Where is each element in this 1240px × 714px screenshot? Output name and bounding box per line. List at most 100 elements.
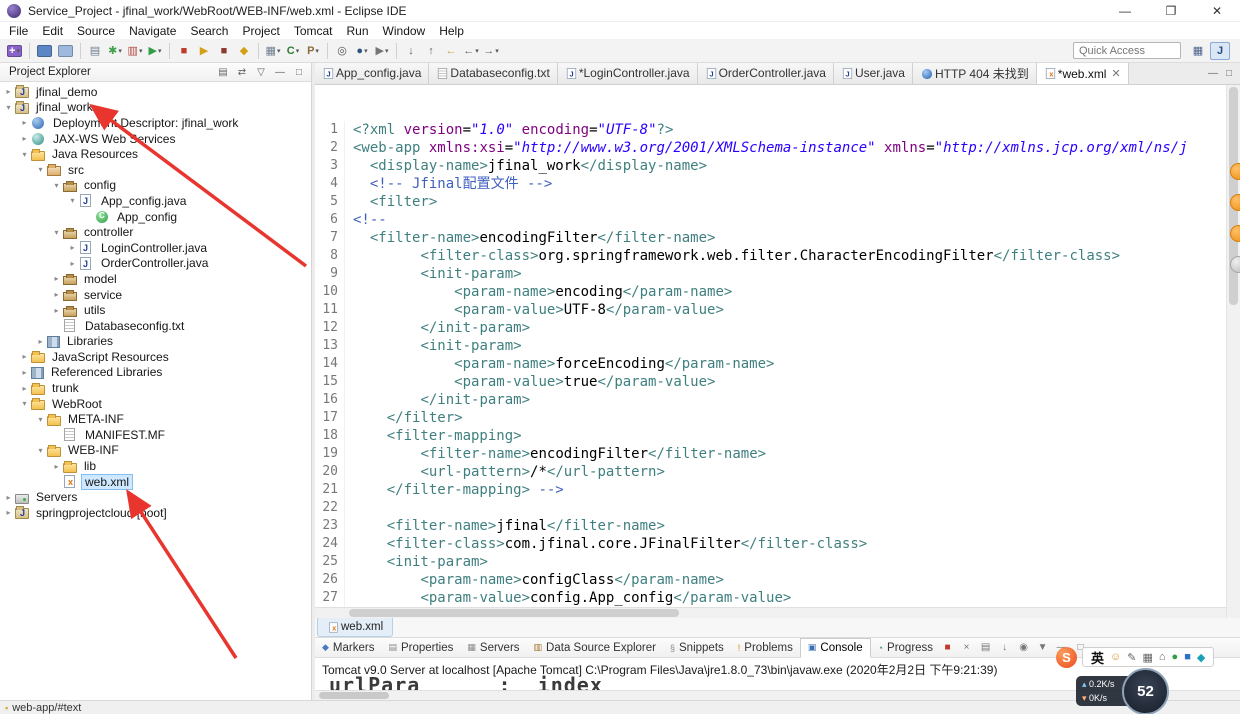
console-tab-progress[interactable]: ◔ Progress [871, 638, 940, 658]
code-line[interactable]: 23 <filter-name>jfinal</filter-name> [315, 517, 1226, 535]
collapse-arrow-icon[interactable]: ▾ [18, 150, 31, 159]
menu-navigate[interactable]: Navigate [122, 24, 183, 38]
close-button[interactable]: ✕ [1194, 0, 1240, 21]
forward-icon[interactable]: → ▾ [482, 42, 500, 59]
code-line[interactable]: 21 </filter-mapping> --> [315, 481, 1226, 499]
expand-arrow-icon[interactable]: ▸ [50, 462, 63, 471]
maximize-button[interactable]: ❐ [1148, 0, 1194, 21]
code-line[interactable]: 24 <filter-class>com.jfinal.core.JFinalF… [315, 535, 1226, 553]
console-tab-properties[interactable]: ▤ Properties [381, 638, 460, 658]
expand-arrow-icon[interactable]: ▸ [50, 290, 63, 299]
collapse-arrow-icon[interactable]: ▾ [34, 415, 47, 424]
console-tab-problems[interactable]: ! Problems [731, 638, 800, 658]
console-tab-console[interactable]: ▣ Console [799, 637, 871, 658]
editor-tab-ordercontroller-java[interactable]: OrderController.java [697, 63, 834, 84]
new-wizard-dropdown-icon[interactable]: ▾ [16, 47, 20, 55]
debug-icon[interactable]: ✱ ▾ [106, 42, 124, 59]
coverage-dropdown-icon[interactable]: ▾ [139, 47, 143, 55]
keyboard-icon[interactable]: ▦ [1142, 651, 1152, 664]
tree-item-referenced-libraries[interactable]: ▸ Referenced Libraries [0, 365, 311, 381]
tree-item-jfinal-work[interactable]: ▾ jfinal_work [0, 100, 311, 116]
tree-item-javascript-resources[interactable]: ▸ JavaScript Resources [0, 349, 311, 365]
expand-arrow-icon[interactable]: ▸ [66, 243, 79, 252]
external-tools-dropdown-icon[interactable]: ▾ [385, 47, 389, 55]
expand-arrow-icon[interactable]: ▸ [2, 493, 15, 502]
menu-search[interactable]: Search [183, 24, 235, 38]
code-line[interactable]: 10 <param-name>encoding</param-name> [315, 283, 1226, 301]
code-line[interactable]: 19 <filter-name>encodingFilter</filter-n… [315, 445, 1226, 463]
code-line[interactable]: 25 <init-param> [315, 553, 1226, 571]
tomcat-start-icon[interactable]: ▶ [195, 42, 213, 59]
collapse-all-icon[interactable]: ▤ [215, 65, 231, 80]
collapse-arrow-icon[interactable]: ▾ [50, 181, 63, 190]
maximize-view-icon[interactable]: □ [291, 65, 307, 80]
code-line[interactable]: 26 <param-name>configClass</param-name> [315, 571, 1226, 589]
minimize-view-icon[interactable]: — [272, 65, 288, 80]
new-class-icon[interactable]: C ▾ [284, 42, 302, 59]
back-icon[interactable]: ← ▾ [462, 42, 480, 59]
emoji-icon[interactable]: ☺ [1110, 651, 1121, 663]
console-tab-data-source-explorer[interactable]: ▥ Data Source Explorer [527, 638, 663, 658]
tree-item-webroot[interactable]: ▾ WebRoot [0, 396, 311, 412]
menu-help[interactable]: Help [432, 24, 471, 38]
link-with-editor-icon[interactable]: ⇄ [234, 65, 250, 80]
new-java-project-dropdown-icon[interactable]: ▾ [277, 47, 281, 55]
editor-tab-web-xml[interactable]: *web.xml ✕ [1036, 63, 1129, 84]
display-selected-console-icon[interactable]: ▼ [1035, 640, 1050, 655]
open-perspective-icon[interactable]: ▦ [1188, 42, 1208, 60]
expand-arrow-icon[interactable]: ▸ [18, 134, 31, 143]
tree-item-src[interactable]: ▾ src [0, 162, 311, 178]
code-editor[interactable]: 1 <?xml version="1.0" encoding="UTF-8"?> 2… [315, 85, 1226, 607]
collapse-arrow-icon[interactable]: ▾ [50, 228, 63, 237]
tree-item-utils[interactable]: ▸ utils [0, 302, 311, 318]
console-h-scrollbar-thumb[interactable] [319, 692, 389, 699]
collapse-arrow-icon[interactable]: ▾ [2, 103, 15, 112]
blue-app-icon[interactable]: ■ [1184, 651, 1191, 663]
search-dropdown-icon[interactable]: ▾ [364, 47, 368, 55]
code-line[interactable]: 7 <filter-name>encodingFilter</filter-na… [315, 229, 1226, 247]
console-tab-servers[interactable]: ▦ Servers [460, 638, 526, 658]
new-wizard-icon[interactable]: + ▾ [7, 44, 22, 57]
tree-item-trunk[interactable]: ▸ trunk [0, 380, 311, 396]
new-java-project-icon[interactable]: ▦ ▾ [264, 42, 282, 59]
forward-dropdown-icon[interactable]: ▾ [495, 47, 499, 55]
tree-item-servers[interactable]: ▸ Servers [0, 489, 311, 505]
javaee-perspective-icon[interactable]: J [1210, 41, 1230, 60]
tree-item-jfinal-demo[interactable]: ▸ jfinal_demo [0, 84, 311, 100]
console-tab-snippets[interactable]: § Snippets [663, 638, 731, 658]
tree-item-jax-ws-web-services[interactable]: ▸ JAX-WS Web Services [0, 131, 311, 147]
booster-score-widget[interactable]: 52 [1122, 668, 1169, 714]
code-line[interactable]: 13 <init-param> [315, 337, 1226, 355]
expand-arrow-icon[interactable]: ▸ [2, 508, 15, 517]
tree-item-lib[interactable]: ▸ lib [0, 458, 311, 474]
code-line[interactable]: 27 <param-value>config.App_config</param… [315, 589, 1226, 607]
tree-item-config[interactable]: ▾ config [0, 178, 311, 194]
clear-console-icon[interactable]: ▤ [978, 640, 993, 655]
code-line[interactable]: 6 <!-- [315, 211, 1226, 229]
code-line[interactable]: 20 <url-pattern>/*</url-pattern> [315, 463, 1226, 481]
green-shield-icon[interactable]: ● [1172, 651, 1179, 663]
run-icon[interactable]: ▶ ▾ [146, 42, 164, 59]
handwriting-icon[interactable]: ✎ [1127, 651, 1136, 664]
expand-arrow-icon[interactable]: ▸ [50, 274, 63, 283]
ime-language-indicator[interactable]: 英 [1091, 648, 1104, 667]
tree-item-model[interactable]: ▸ model [0, 271, 311, 287]
code-line[interactable]: 17 </filter> [315, 409, 1226, 427]
expand-arrow-icon[interactable]: ▸ [18, 384, 31, 393]
code-line[interactable]: 14 <param-name>forceEncoding</param-name… [315, 355, 1226, 373]
scroll-lock-icon[interactable]: ↓ [997, 640, 1012, 655]
code-line[interactable]: 3 <display-name>jfinal_work</display-nam… [315, 157, 1226, 175]
menu-window[interactable]: Window [376, 24, 433, 38]
close-tab-icon[interactable]: ✕ [1111, 67, 1120, 80]
tree-item-deployment-descriptor-jfinal-work[interactable]: ▸ Deployment Descriptor: jfinal_work [0, 115, 311, 131]
code-line[interactable]: 15 <param-value>true</param-value> [315, 373, 1226, 391]
code-line[interactable]: 5 <filter> [315, 193, 1226, 211]
new-class-dropdown-icon[interactable]: ▾ [296, 47, 300, 55]
terminate-icon[interactable]: ■ [940, 640, 955, 655]
editor-tab-logincontroller-java[interactable]: *LoginController.java [557, 63, 698, 84]
expand-arrow-icon[interactable]: ▸ [66, 259, 79, 268]
minimize-view-icon[interactable]: — [1205, 66, 1221, 81]
console-tab-markers[interactable]: ◆ Markers [315, 638, 381, 658]
collapse-arrow-icon[interactable]: ▾ [34, 446, 47, 455]
save-all-icon[interactable] [58, 44, 73, 57]
